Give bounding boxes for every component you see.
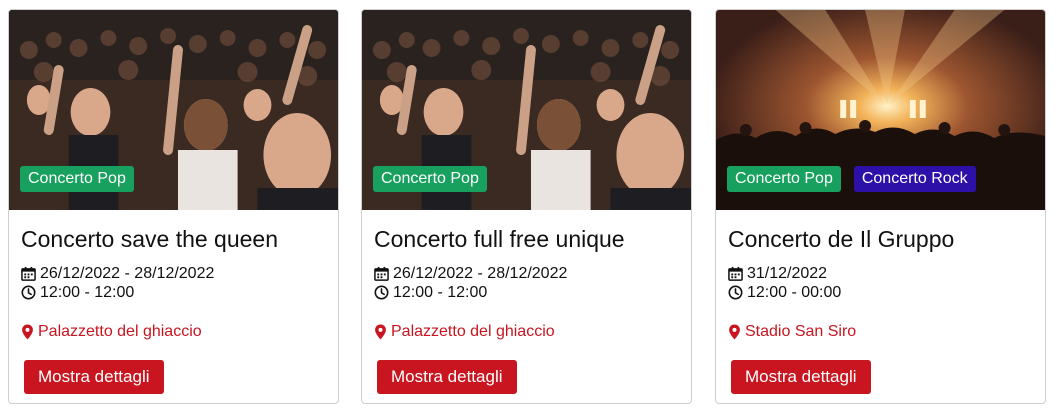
event-title[interactable]: Concerto de Il Gruppo: [728, 224, 1033, 254]
category-badge-pop[interactable]: Concerto Pop: [373, 166, 487, 192]
details-button[interactable]: Mostra dettagli: [24, 360, 164, 394]
event-title[interactable]: Concerto save the queen: [21, 224, 326, 254]
event-venue-text[interactable]: Palazzetto del ghiaccio: [391, 322, 555, 341]
event-times: 12:00 - 12:00: [374, 283, 679, 302]
calendar-icon: [728, 266, 743, 281]
event-venue: Palazzetto del ghiaccio: [374, 322, 679, 341]
event-venue: Stadio San Siro: [728, 322, 1033, 341]
event-card: Concerto Pop Concerto Rock Concerto de I…: [715, 9, 1046, 404]
category-badge-pop[interactable]: Concerto Pop: [20, 166, 134, 192]
clock-icon: [728, 285, 743, 300]
category-badges: Concerto Pop: [373, 166, 487, 192]
event-times: 12:00 - 00:00: [728, 283, 1033, 302]
clock-icon: [374, 285, 389, 300]
event-title[interactable]: Concerto full free unique: [374, 224, 679, 254]
details-button[interactable]: Mostra dettagli: [731, 360, 871, 394]
map-pin-icon: [729, 324, 740, 339]
category-badges: Concerto Pop: [20, 166, 134, 192]
map-pin-icon: [375, 324, 386, 339]
event-dates: 26/12/2022 - 28/12/2022: [374, 264, 679, 283]
calendar-icon: [374, 266, 389, 281]
event-times-text: 12:00 - 12:00: [393, 284, 488, 301]
event-dates-text: 26/12/2022 - 28/12/2022: [40, 265, 215, 282]
clock-icon: [21, 285, 36, 300]
category-badge-rock[interactable]: Concerto Rock: [853, 166, 976, 192]
details-button[interactable]: Mostra dettagli: [377, 360, 517, 394]
map-pin-icon: [22, 324, 33, 339]
event-times-text: 12:00 - 12:00: [40, 284, 135, 301]
event-image[interactable]: Concerto Pop: [9, 10, 338, 210]
event-dates-text: 31/12/2022: [747, 265, 828, 282]
event-times: 12:00 - 12:00: [21, 283, 326, 302]
event-dates-text: 26/12/2022 - 28/12/2022: [393, 265, 568, 282]
event-venue-text[interactable]: Stadio San Siro: [745, 322, 856, 341]
event-image[interactable]: Concerto Pop: [362, 10, 691, 210]
event-card: Concerto Pop Concerto save the queen 26/…: [8, 9, 339, 404]
event-venue-text[interactable]: Palazzetto del ghiaccio: [38, 322, 202, 341]
event-card: Concerto Pop Concerto full free unique 2…: [361, 9, 692, 404]
event-venue: Palazzetto del ghiaccio: [21, 322, 326, 341]
event-card-grid: Concerto Pop Concerto save the queen 26/…: [0, 0, 1058, 414]
event-dates: 31/12/2022: [728, 264, 1033, 283]
category-badges: Concerto Pop Concerto Rock: [727, 166, 976, 192]
calendar-icon: [21, 266, 36, 281]
event-dates: 26/12/2022 - 28/12/2022: [21, 264, 326, 283]
event-times-text: 12:00 - 00:00: [747, 284, 842, 301]
event-image[interactable]: Concerto Pop Concerto Rock: [716, 10, 1045, 210]
category-badge-pop[interactable]: Concerto Pop: [727, 166, 841, 192]
